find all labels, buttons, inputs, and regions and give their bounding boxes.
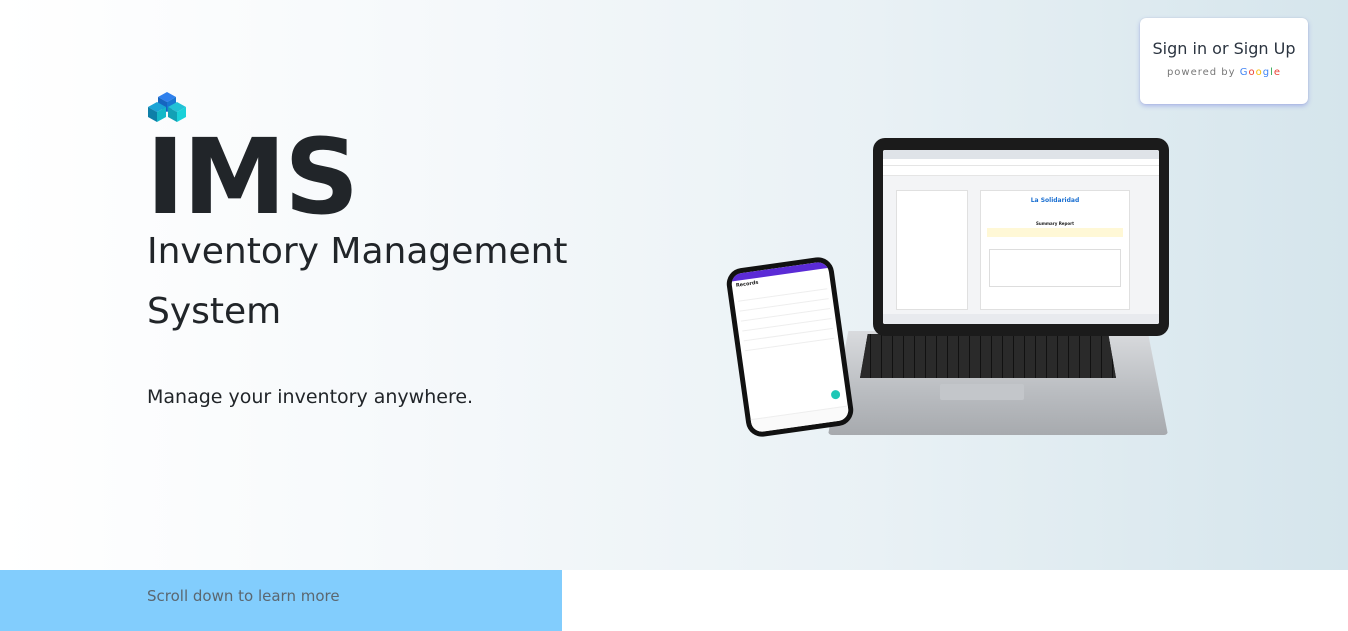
report-panel: La Solidaridad Summary Report: [980, 190, 1130, 310]
laptop-screen-content: La Solidaridad Summary Report: [883, 150, 1159, 324]
url-bar: [883, 159, 1159, 166]
phone-mockup: Records: [724, 255, 856, 439]
app-subtitle: Inventory Management System: [147, 231, 568, 332]
laptop-trackpad: [940, 384, 1024, 400]
notification-panel: [896, 190, 968, 310]
report-table: [989, 249, 1121, 287]
laptop-keyboard: [860, 334, 1116, 378]
phone-fab-icon: [830, 389, 841, 400]
google-wordmark: Google: [1239, 67, 1282, 78]
app-tagline: Manage your inventory anywhere.: [147, 386, 474, 408]
scroll-down-link[interactable]: Scroll down to learn more: [147, 587, 340, 605]
phone-list: [733, 277, 839, 354]
laptop-screen: La Solidaridad Summary Report: [873, 138, 1169, 336]
powered-by-label: powered by: [1166, 67, 1236, 78]
sign-in-button[interactable]: Sign in or Sign Up powered by Google: [1140, 18, 1308, 104]
sign-in-label: Sign in or Sign Up: [1152, 39, 1296, 58]
browser-bar: [883, 150, 1159, 159]
app-title: IMS: [146, 116, 359, 238]
report-date-strip: [987, 228, 1123, 237]
taskbar: [883, 314, 1159, 324]
phone-screen: Records: [730, 260, 850, 434]
powered-by-google: powered by Google: [1140, 67, 1308, 78]
hero-section: IMS Inventory Management System Manage y…: [0, 0, 1348, 570]
scroll-banner: Scroll down to learn more: [0, 570, 562, 631]
report-brand: La Solidaridad: [1030, 197, 1080, 204]
report-title: Summary Report: [1035, 221, 1075, 226]
app-nav: [883, 166, 1159, 176]
